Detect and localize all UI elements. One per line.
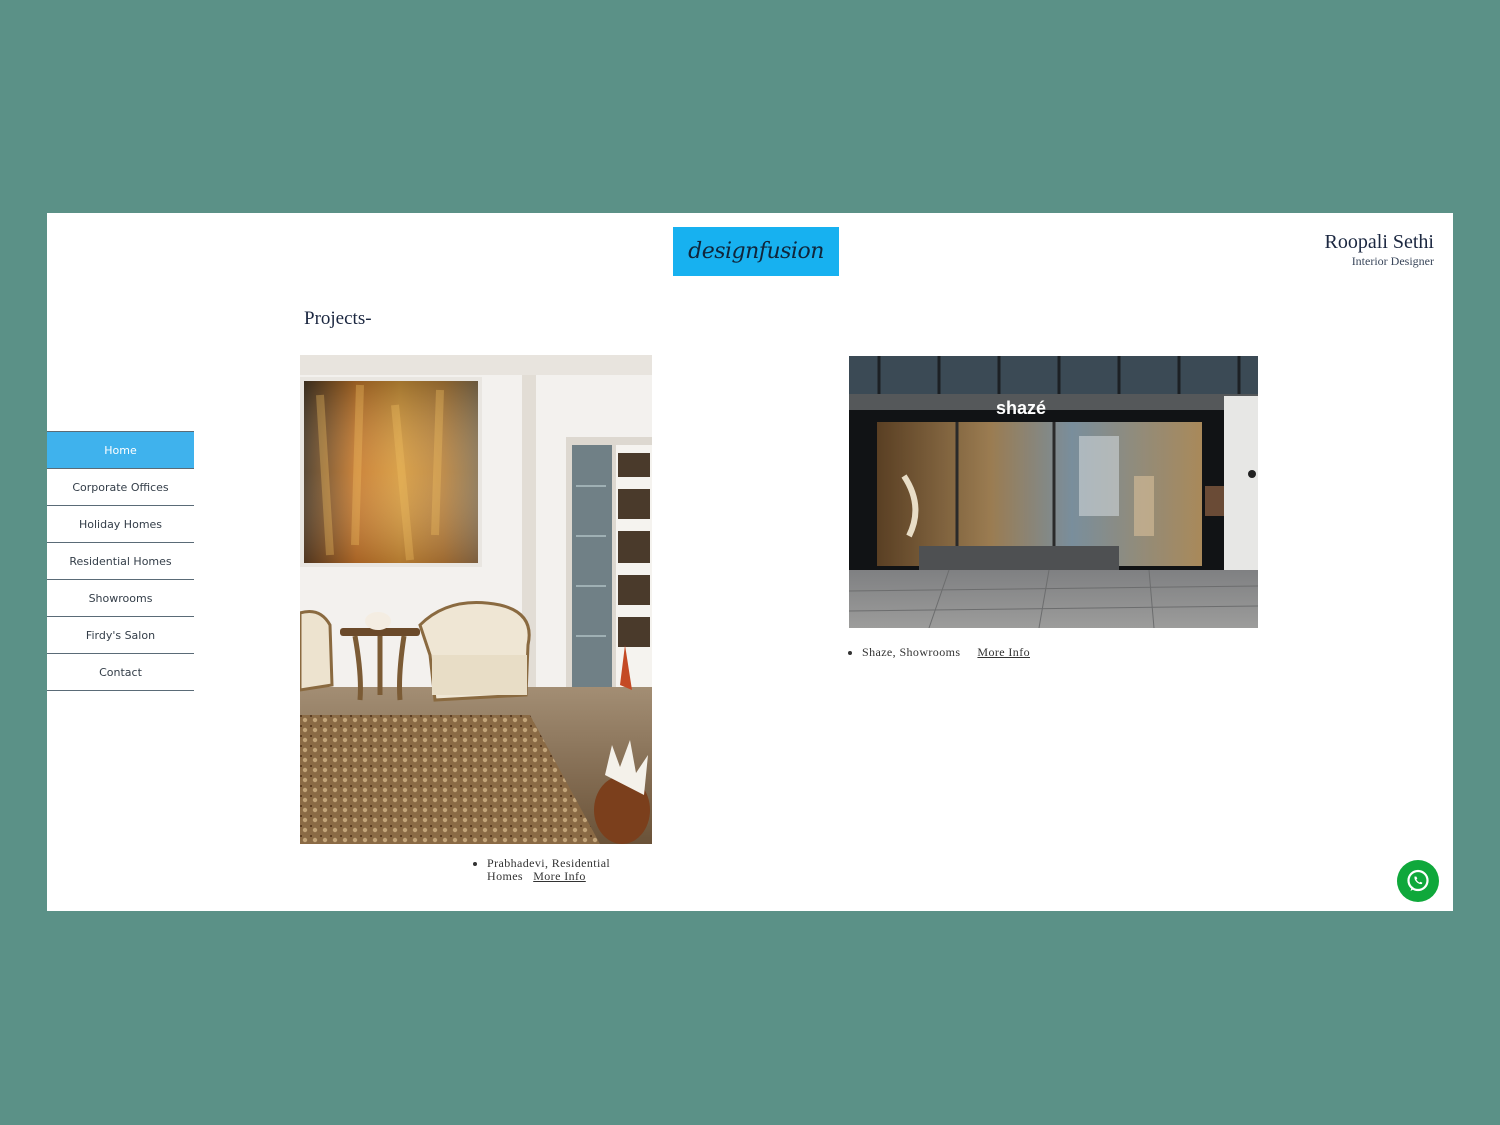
shaze-sign: shazé [996,398,1046,418]
project-caption-prabhadevi: Prabhadevi, Residential Homes More Info [471,857,641,883]
list-item: Prabhadevi, Residential Homes More Info [487,857,641,883]
logo[interactable]: designfusion [673,227,839,276]
whatsapp-button[interactable] [1397,860,1439,902]
nav-item-corporate-offices[interactable]: Corporate Offices [47,469,194,506]
nav-item-contact[interactable]: Contact [47,654,194,691]
owner-role: Interior Designer [1351,254,1434,268]
page-title: Projects- [304,308,372,329]
nav-item-home[interactable]: Home [47,431,194,469]
page-container: designfusion Roopali Sethi Interior Desi… [47,213,1453,911]
sidebar-nav: Home Corporate Offices Holiday Homes Res… [47,431,194,691]
living-room-illustration [300,355,652,844]
nav-item-holiday-homes[interactable]: Holiday Homes [47,506,194,543]
project-caption-shaze: Shaze, Showrooms More Info [846,646,1106,659]
whatsapp-icon [1407,869,1429,892]
project-image-shaze[interactable]: shazé [849,356,1258,628]
showroom-illustration: shazé [849,356,1258,628]
nav-item-showrooms[interactable]: Showrooms [47,580,194,617]
more-info-link[interactable]: More Info [977,645,1030,659]
nav-item-residential-homes[interactable]: Residential Homes [47,543,194,580]
nav-item-firdys-salon[interactable]: Firdy's Salon [47,617,194,654]
project-image-prabhadevi[interactable] [300,355,652,844]
owner-name: Roopali Sethi [1324,231,1434,253]
project-title: Shaze, Showrooms [862,645,961,659]
list-item: Shaze, Showrooms More Info [862,646,1106,659]
owner-block: Roopali Sethi Interior Designer [1325,231,1434,269]
more-info-link[interactable]: More Info [533,869,586,883]
